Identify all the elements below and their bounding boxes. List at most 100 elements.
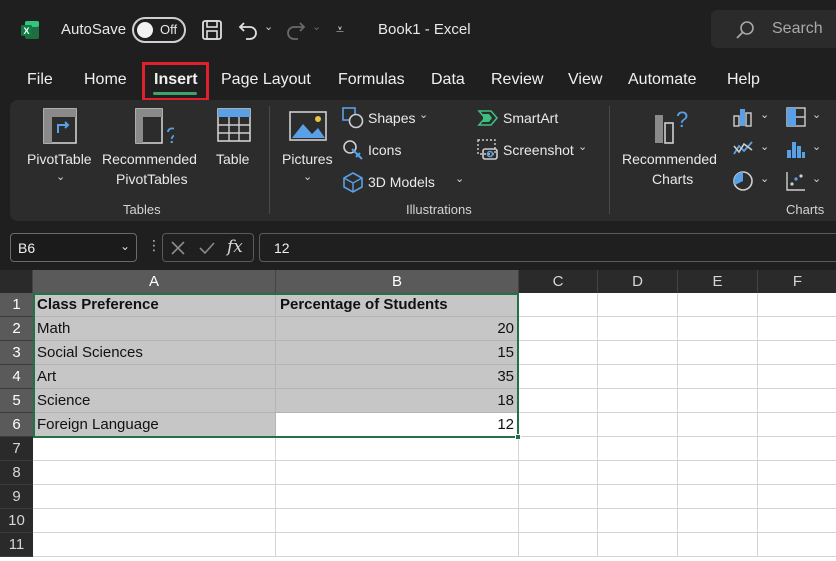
empty-cell[interactable]	[598, 389, 678, 413]
cell-b5[interactable]: 18	[276, 389, 519, 413]
icons-icon[interactable]	[342, 139, 364, 161]
cell-b4[interactable]: 35	[276, 365, 519, 389]
insert-function-icon[interactable]: fx	[227, 237, 243, 257]
empty-cell[interactable]	[519, 437, 598, 461]
line-chart-dropdown-icon[interactable]: ⌄	[760, 140, 769, 153]
empty-cell[interactable]	[276, 533, 519, 557]
empty-cell[interactable]	[519, 293, 598, 317]
recommended-charts-icon[interactable]: ?	[652, 105, 692, 145]
empty-cell[interactable]	[519, 317, 598, 341]
hierarchy-chart-dropdown-icon[interactable]: ⌄	[812, 108, 821, 121]
empty-cell[interactable]	[598, 461, 678, 485]
name-box-dropdown-icon[interactable]: ⌄	[120, 239, 130, 253]
undo-dropdown-icon[interactable]: ⌄	[264, 20, 273, 44]
recommended-charts-label-2[interactable]: Charts	[652, 171, 693, 187]
column-chart-icon[interactable]	[732, 106, 754, 128]
empty-cell[interactable]	[758, 389, 836, 413]
empty-cell[interactable]	[598, 533, 678, 557]
pictures-label[interactable]: Pictures	[282, 151, 333, 167]
pivottable-dropdown-icon[interactable]: ⌄	[56, 170, 65, 183]
empty-cell[interactable]	[33, 509, 276, 533]
cell-a4[interactable]: Art	[33, 365, 276, 389]
select-all-corner[interactable]	[0, 270, 33, 293]
autosave-toggle[interactable]: Off	[132, 17, 186, 43]
recommended-pivottables-icon[interactable]: ?	[134, 107, 174, 147]
empty-cell[interactable]	[758, 317, 836, 341]
empty-cell[interactable]	[758, 341, 836, 365]
empty-cell[interactable]	[678, 509, 758, 533]
empty-cell[interactable]	[598, 293, 678, 317]
smartart-label[interactable]: SmartArt	[503, 110, 558, 126]
empty-cell[interactable]	[678, 317, 758, 341]
empty-cell[interactable]	[519, 461, 598, 485]
empty-cell[interactable]	[33, 437, 276, 461]
cell-a2[interactable]: Math	[33, 317, 276, 341]
screenshot-label[interactable]: Screenshot	[503, 142, 574, 158]
search-box[interactable]: Search	[711, 10, 836, 48]
save-icon[interactable]	[200, 18, 224, 42]
screenshot-dropdown-icon[interactable]: ⌄	[578, 140, 587, 153]
line-chart-icon[interactable]	[732, 138, 754, 160]
empty-cell[interactable]	[598, 509, 678, 533]
row-header-11[interactable]: 11	[0, 533, 33, 557]
empty-cell[interactable]	[519, 341, 598, 365]
formula-input[interactable]: 12	[259, 233, 836, 262]
tab-file[interactable]: File	[27, 71, 53, 89]
empty-cell[interactable]	[598, 365, 678, 389]
row-header-6[interactable]: 6	[0, 413, 33, 437]
recommended-pivottables-label-1[interactable]: Recommended	[102, 151, 197, 167]
empty-cell[interactable]	[598, 317, 678, 341]
3d-models-icon[interactable]	[342, 171, 364, 193]
empty-cell[interactable]	[33, 461, 276, 485]
recommended-charts-label-1[interactable]: Recommended	[622, 151, 717, 167]
cell-a1[interactable]: Class Preference	[33, 293, 276, 317]
column-chart-dropdown-icon[interactable]: ⌄	[760, 108, 769, 121]
empty-cell[interactable]	[276, 461, 519, 485]
tab-help[interactable]: Help	[727, 71, 760, 89]
empty-cell[interactable]	[678, 485, 758, 509]
shapes-dropdown-icon[interactable]: ⌄	[419, 108, 428, 121]
redo-dropdown-icon[interactable]: ⌄	[312, 20, 321, 44]
empty-cell[interactable]	[276, 485, 519, 509]
screenshot-icon[interactable]	[477, 139, 499, 161]
empty-cell[interactable]	[678, 461, 758, 485]
statistic-chart-dropdown-icon[interactable]: ⌄	[812, 140, 821, 153]
3d-models-dropdown-icon[interactable]: ⌄	[455, 172, 464, 185]
scatter-chart-dropdown-icon[interactable]: ⌄	[812, 172, 821, 185]
empty-cell[interactable]	[758, 437, 836, 461]
empty-cell[interactable]	[33, 533, 276, 557]
cancel-icon[interactable]	[170, 240, 186, 256]
statistic-chart-icon[interactable]	[785, 138, 807, 160]
cell-a5[interactable]: Science	[33, 389, 276, 413]
shapes-label[interactable]: Shapes	[368, 110, 415, 126]
empty-cell[interactable]	[678, 389, 758, 413]
tab-formulas[interactable]: Formulas	[338, 71, 405, 89]
cell-b3[interactable]: 15	[276, 341, 519, 365]
empty-cell[interactable]	[758, 413, 836, 437]
row-header-2[interactable]: 2	[0, 317, 33, 341]
enter-icon[interactable]	[198, 240, 216, 256]
column-header-c[interactable]: C	[519, 270, 598, 293]
column-header-a[interactable]: A	[33, 270, 276, 293]
empty-cell[interactable]	[758, 485, 836, 509]
column-header-e[interactable]: E	[678, 270, 758, 293]
empty-cell[interactable]	[678, 293, 758, 317]
empty-cell[interactable]	[519, 413, 598, 437]
empty-cell[interactable]	[678, 413, 758, 437]
row-header-10[interactable]: 10	[0, 509, 33, 533]
empty-cell[interactable]	[598, 341, 678, 365]
column-header-f[interactable]: F	[758, 270, 836, 293]
empty-cell[interactable]	[758, 533, 836, 557]
empty-cell[interactable]	[758, 293, 836, 317]
empty-cell[interactable]	[33, 485, 276, 509]
row-header-3[interactable]: 3	[0, 341, 33, 365]
fill-handle[interactable]	[515, 434, 521, 440]
column-header-d[interactable]: D	[598, 270, 678, 293]
empty-cell[interactable]	[678, 533, 758, 557]
empty-cell[interactable]	[678, 341, 758, 365]
row-header-1[interactable]: 1	[0, 293, 33, 317]
hierarchy-chart-icon[interactable]	[785, 106, 807, 128]
pivottable-label[interactable]: PivotTable	[27, 151, 92, 167]
tab-view[interactable]: View	[568, 71, 602, 89]
shapes-icon[interactable]	[342, 107, 364, 129]
